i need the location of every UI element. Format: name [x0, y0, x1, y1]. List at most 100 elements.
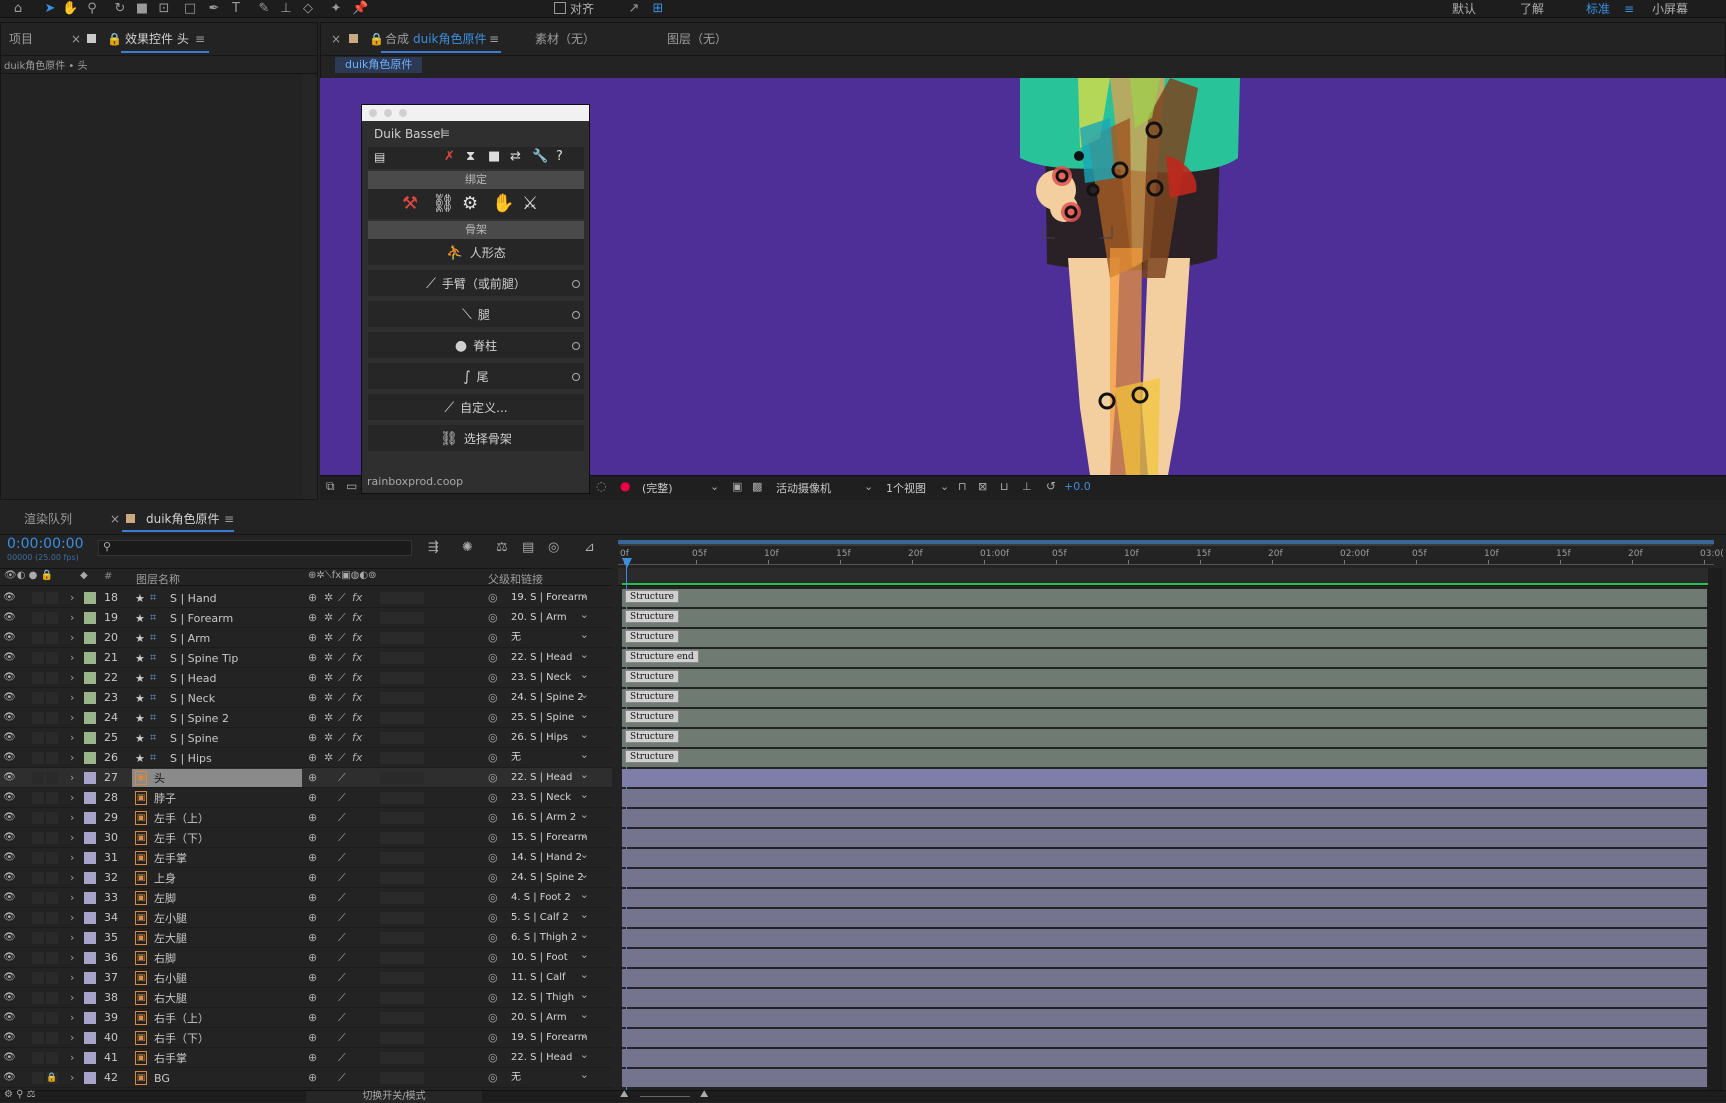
layer-name-cell[interactable]: ★ ⌗ S | Neck	[132, 689, 302, 707]
layer-duration-bar[interactable]	[622, 849, 1707, 867]
layer-row[interactable]: 👁 › 19 ★ ⌗ S | Forearm ⊕ ✲ ⟋ fx ◎ 20. S | Arm	[0, 606, 612, 628]
layer-row[interactable]: 👁 › 27 ▣ 头 ⊕ ⟋ ◎ 22. S | Head	[0, 766, 612, 788]
lock-toggle[interactable]	[46, 832, 58, 844]
expand-chevron-icon[interactable]: ›	[70, 968, 74, 987]
visibility-eye-icon[interactable]: 👁	[3, 928, 16, 947]
layer-name-cell[interactable]: ▣ 头	[132, 769, 302, 787]
solo-toggle[interactable]	[32, 732, 44, 744]
quality-switch-icon[interactable]: ⟋	[338, 908, 346, 927]
workspace-menu-icon[interactable]: ≡	[1624, 1, 1634, 17]
pan-behind-tool-icon[interactable]: ⊡	[156, 1, 172, 17]
label-color-swatch[interactable]	[84, 912, 96, 924]
switch-boxes[interactable]	[380, 692, 424, 704]
lock-toggle[interactable]	[46, 592, 58, 604]
quality-switch-icon[interactable]: ⟋	[338, 1048, 346, 1067]
parent-select[interactable]: 无	[507, 746, 593, 766]
parent-select[interactable]: 12. S | Thigh	[507, 986, 593, 1006]
panel-menu-icon[interactable]: ≡	[224, 511, 234, 527]
layer-name-cell[interactable]: ▣ 右手（下）	[132, 1029, 302, 1047]
quality-switch-icon[interactable]: ⟋	[338, 948, 346, 967]
duik-camera-icon[interactable]: ■	[488, 149, 500, 164]
puppet-pin-tool-icon[interactable]: 📌	[352, 1, 368, 17]
shy-switch-icon[interactable]: ⊕	[308, 668, 317, 687]
shy-switch-icon[interactable]: ⊕	[308, 728, 317, 747]
layer-duration-bar[interactable]	[622, 889, 1707, 907]
camera-tool-icon[interactable]: ■	[134, 1, 150, 17]
motion-blur-icon[interactable]: ◎	[548, 540, 559, 555]
channel-icon[interactable]: ●	[620, 479, 630, 493]
quality-switch-icon[interactable]: ⟋	[338, 1068, 346, 1087]
label-color-swatch[interactable]	[84, 772, 96, 784]
layer-name-cell[interactable]: ▣ 脖子	[132, 789, 302, 807]
pick-whip-icon[interactable]: ◎	[488, 728, 498, 747]
effects-switch-icon[interactable]: fx	[352, 588, 362, 607]
effects-switch-icon[interactable]: fx	[352, 648, 362, 667]
duik-bone-tool-icon[interactable]: ⚒	[402, 193, 418, 214]
layer-row[interactable]: 👁 › 21 ★ ⌗ S | Spine Tip ⊕ ✲ ⟋ fx ◎ 22. S | Head	[0, 646, 612, 668]
quality-switch-icon[interactable]: ⟋	[338, 768, 346, 787]
expand-chevron-icon[interactable]: ›	[70, 728, 74, 747]
solo-toggle[interactable]	[32, 992, 44, 1004]
duik-menu-icon[interactable]: ≡	[440, 126, 450, 140]
layer-row[interactable]: 👁 › 25 ★ ⌗ S | Spine ⊕ ✲ ⟋ fx ◎ 26. S | Hips	[0, 726, 612, 748]
pick-whip-icon[interactable]: ◎	[488, 588, 498, 607]
snapshot-icon[interactable]: ⧉	[326, 479, 335, 494]
tab-render-queue[interactable]: 渲染队列	[24, 511, 72, 527]
expand-chevron-icon[interactable]: ›	[70, 1048, 74, 1067]
transparency-grid-icon[interactable]: ◌	[596, 479, 606, 493]
parent-select[interactable]: 6. S | Thigh 2	[507, 926, 593, 946]
lock-toggle[interactable]	[46, 772, 58, 784]
label-color-swatch[interactable]	[84, 792, 96, 804]
lock-toggle[interactable]: 🔒	[46, 1072, 58, 1084]
visibility-eye-icon[interactable]: 👁	[3, 788, 16, 807]
quality-switch-icon[interactable]: ⟋	[338, 608, 346, 627]
scrollbar[interactable]	[303, 75, 317, 499]
timeline-scrollbar[interactable]	[1708, 568, 1722, 1102]
visibility-eye-icon[interactable]: 👁	[3, 948, 16, 967]
layer-duration-bar[interactable]	[622, 609, 1707, 627]
solo-toggle[interactable]	[32, 932, 44, 944]
collapse-switch-icon[interactable]: ✲	[324, 728, 333, 747]
label-color-swatch[interactable]	[84, 872, 96, 884]
shy-switch-icon[interactable]: ⊕	[308, 1048, 317, 1067]
switch-boxes[interactable]	[380, 852, 424, 864]
shy-switch-icon[interactable]: ⊕	[308, 628, 317, 647]
expand-chevron-icon[interactable]: ›	[70, 668, 74, 687]
toggle-transparency-icon[interactable]: ▩	[752, 480, 762, 493]
lock-toggle[interactable]	[46, 932, 58, 944]
shy-switch-icon[interactable]: ⊕	[308, 828, 317, 847]
solo-toggle[interactable]	[32, 772, 44, 784]
label-color-swatch[interactable]	[84, 972, 96, 984]
pick-whip-icon[interactable]: ◎	[488, 1028, 498, 1047]
effects-switch-icon[interactable]: fx	[352, 708, 362, 727]
home-icon[interactable]: ⌂	[10, 1, 26, 17]
layer-row[interactable]: 👁 › 40 ▣ 右手（下） ⊕ ⟋ ◎ 19. S | Forearm	[0, 1026, 612, 1048]
duik-wrench-icon[interactable]: 🔧	[532, 149, 548, 164]
pen-tool-icon[interactable]: ✒	[206, 1, 222, 17]
visibility-eye-icon[interactable]: 👁	[3, 588, 16, 607]
layer-duration-bar[interactable]	[622, 749, 1707, 767]
duik-swap-icon[interactable]: ⇄	[510, 149, 521, 164]
quality-switch-icon[interactable]: ⟋	[338, 828, 346, 847]
collapse-switch-icon[interactable]: ✲	[324, 588, 333, 607]
parent-select[interactable]: 23. S | Neck	[507, 666, 593, 686]
layer-name-cell[interactable]: ★ ⌗ S | Spine 2	[132, 709, 302, 727]
close-tab-icon[interactable]: ×	[110, 511, 120, 527]
parent-select[interactable]: 11. S | Calf	[507, 966, 593, 986]
layer-duration-bar[interactable]	[622, 869, 1707, 887]
quality-switch-icon[interactable]: ⟋	[338, 708, 346, 727]
align-checkbox[interactable]	[554, 2, 566, 14]
layer-duration-bar[interactable]	[622, 829, 1707, 847]
layer-row[interactable]: 👁 › 22 ★ ⌗ S | Head ⊕ ✲ ⟋ fx ◎ 23. S | Neck	[0, 666, 612, 688]
expand-chevron-icon[interactable]: ›	[70, 1008, 74, 1027]
layer-name-cell[interactable]: ★ ⌗ S | Head	[132, 669, 302, 687]
duik-titlebar[interactable]	[362, 105, 589, 121]
lock-toggle[interactable]	[46, 972, 58, 984]
switch-boxes[interactable]	[380, 1012, 424, 1024]
workspace-small-screen[interactable]: 小屏幕	[1652, 1, 1688, 17]
switch-boxes[interactable]	[380, 952, 424, 964]
solo-toggle[interactable]	[32, 632, 44, 644]
label-color-swatch[interactable]	[84, 1012, 96, 1024]
switch-boxes[interactable]	[380, 612, 424, 624]
lock-toggle[interactable]	[46, 912, 58, 924]
